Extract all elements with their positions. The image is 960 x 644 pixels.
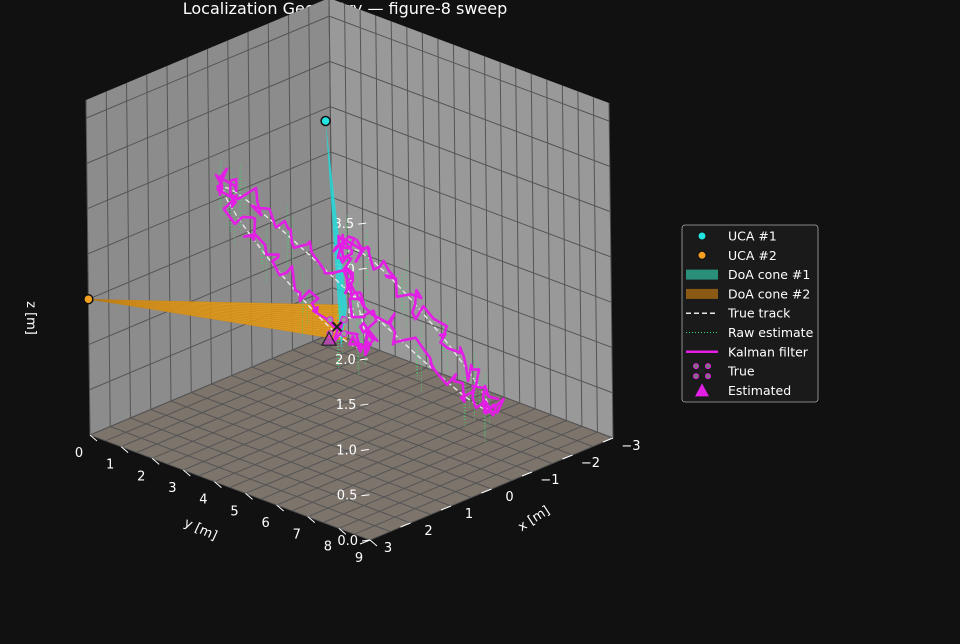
y-tick-label: 2 bbox=[137, 469, 145, 484]
y-tick-label: 5 bbox=[230, 504, 238, 519]
legend-label-raw: Raw estimate bbox=[728, 325, 814, 340]
y-tick-label: 0 bbox=[75, 446, 83, 461]
y-tick bbox=[369, 539, 378, 547]
legend-label-kalman: Kalman filter bbox=[728, 344, 809, 359]
x-tick-label: 2 bbox=[424, 524, 432, 539]
z-tick-label: 0.5 bbox=[337, 489, 358, 504]
legend-handle-uca2 bbox=[697, 250, 707, 260]
quad-rotor bbox=[340, 316, 348, 324]
y-tick-label: 7 bbox=[293, 528, 301, 543]
legend-label-uca2: UCA #2 bbox=[728, 248, 777, 263]
legend-handle-cone1 bbox=[686, 269, 718, 280]
legend: UCA #1 UCA #2 DoA cone #1 DoA cone #2 True t… bbox=[681, 224, 819, 403]
legend-label-cone2: DoA cone #2 bbox=[728, 286, 810, 301]
y-tick-label: 8 bbox=[324, 539, 332, 554]
quad-rotor bbox=[326, 316, 334, 324]
z-tick-label: 2.0 bbox=[335, 353, 356, 368]
figure: Localization Geometry — figure-8 sweep −… bbox=[0, 0, 960, 640]
y-tick-label: 6 bbox=[262, 516, 270, 531]
localization-3d-plot: Localization Geometry — figure-8 sweep −… bbox=[23, 0, 819, 566]
y-tick-label: 1 bbox=[106, 458, 114, 473]
x-tick-label: −2 bbox=[581, 456, 600, 471]
quad-rotor bbox=[705, 363, 711, 370]
legend-label-true_track: True track bbox=[727, 306, 791, 321]
z-tick-label: 1.5 bbox=[336, 398, 357, 413]
legend-label-estimated: Estimated bbox=[728, 383, 791, 398]
quad-rotor bbox=[693, 363, 699, 370]
y-tick-label: 9 bbox=[355, 551, 363, 566]
y-tick-label: 3 bbox=[168, 481, 176, 496]
legend-label-uca1: UCA #1 bbox=[728, 229, 777, 244]
quad-rotor bbox=[340, 330, 348, 338]
uca-2-marker bbox=[83, 293, 94, 305]
legend-label-true: True bbox=[727, 364, 755, 379]
uca-1-marker bbox=[320, 115, 331, 127]
x-tick-label: 1 bbox=[465, 507, 473, 522]
quad-rotor bbox=[693, 373, 699, 380]
z-tick-label: 0.0 bbox=[337, 534, 358, 549]
y-axis-label: y [m] bbox=[182, 516, 220, 544]
x-tick-label: 3 bbox=[384, 541, 392, 556]
legend-handle-cone2 bbox=[686, 288, 718, 299]
quad-rotor bbox=[705, 373, 711, 380]
legend-handle-uca1 bbox=[697, 231, 707, 241]
x-axis-label: x [m] bbox=[515, 503, 552, 534]
x-tick-label: −3 bbox=[621, 439, 640, 454]
z-axis-label: z [m] bbox=[23, 301, 38, 335]
x-tick-label: −1 bbox=[540, 473, 559, 488]
legend-label-cone1: DoA cone #1 bbox=[728, 267, 810, 282]
x-tick-label: 0 bbox=[505, 490, 513, 505]
y-tick-label: 4 bbox=[199, 493, 207, 508]
z-tick-label: 1.0 bbox=[336, 443, 357, 458]
